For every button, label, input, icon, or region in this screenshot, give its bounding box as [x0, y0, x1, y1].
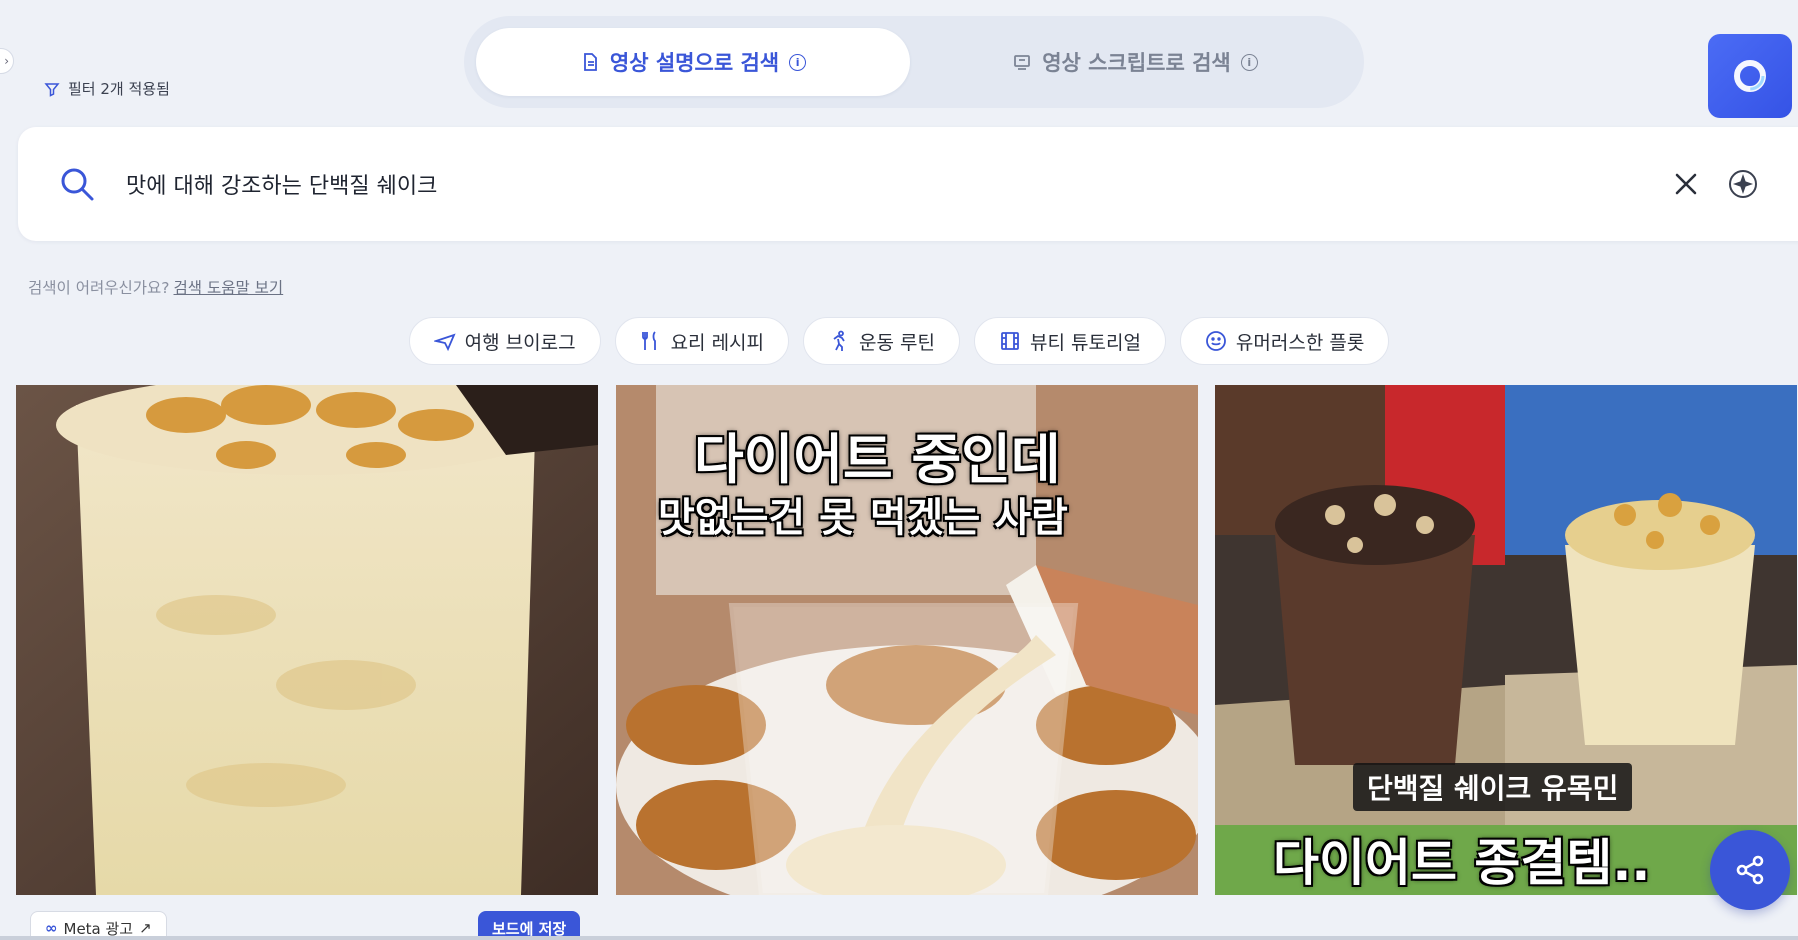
assistant-button[interactable]: [1708, 34, 1792, 118]
thumbnail-caption: 다이어트 중인데: [694, 428, 1061, 491]
protein-shakes-image: [1215, 385, 1797, 895]
search-input[interactable]: [126, 162, 1626, 206]
result-card[interactable]: 다이어트 중인데 맛없는건 못 먹겠는 사람: [616, 385, 1198, 940]
chip-humorous-plot[interactable]: 유머러스한 플롯: [1179, 317, 1390, 365]
horizontal-scrollbar[interactable]: [0, 936, 1798, 940]
chip-label: 여행 브이로그: [464, 331, 576, 354]
search-help-link[interactable]: 검색 도움말 보기: [174, 279, 284, 297]
script-icon: [1014, 55, 1031, 70]
thumbnail-caption: 단백질 쉐이크 유목민: [1367, 772, 1619, 805]
info-icon[interactable]: i: [789, 53, 807, 71]
caption-box: 단백질 쉐이크 유목민: [1353, 763, 1633, 811]
running-icon: [833, 330, 845, 351]
search-help: 검색이 어려우신가요? 검색 도움말 보기: [28, 276, 283, 298]
ring-logo-icon: [1734, 60, 1766, 92]
tab-label: 영상 설명으로 검색: [609, 51, 780, 75]
video-thumbnail[interactable]: [16, 385, 598, 895]
info-icon[interactable]: i: [1240, 53, 1258, 71]
clear-search-button[interactable]: [1668, 166, 1704, 202]
results-grid: ∞ Meta 광고 ↗ 보드에 저장 다이어트 중인데 맛없는건 못 먹겠는 사…: [16, 385, 1798, 940]
thumbnail-caption: 다이어트 종결템..: [1273, 834, 1651, 892]
chip-label: 뷰티 튜토리얼: [1030, 331, 1141, 354]
airplane-icon: [433, 333, 456, 352]
search-box: [18, 127, 1798, 241]
filter-icon: [44, 82, 60, 97]
result-card[interactable]: 단백질 쉐이크 유목민 다이어트 종결템..: [1215, 385, 1797, 940]
close-icon: [1675, 173, 1697, 195]
chip-cooking-recipe[interactable]: 요리 레시피: [614, 317, 790, 365]
utensils-icon: [641, 331, 656, 350]
chip-travel-vlog[interactable]: 여행 브이로그: [408, 317, 601, 365]
suggestion-chips: 여행 브이로그 요리 레시피 운동 루틴 뷰티 튜토리얼 유머러스한 플롯: [0, 317, 1798, 365]
collapse-panel-button[interactable]: ›: [0, 48, 14, 74]
ai-search-button[interactable]: [1724, 165, 1762, 203]
filter-status[interactable]: 필터 2개 적용됨: [44, 78, 170, 99]
chip-label: 요리 레시피: [670, 331, 765, 354]
film-icon: [1001, 332, 1019, 350]
filter-status-label: 필터 2개 적용됨: [68, 80, 170, 98]
tab-search-by-script[interactable]: 영상 스크립트로 검색 i: [918, 28, 1352, 96]
external-link-icon: ↗: [139, 919, 152, 937]
document-icon: [584, 53, 597, 71]
help-text: 검색이 어려우신가요?: [28, 279, 170, 297]
search-mode-switch: 영상 설명으로 검색 i 영상 스크립트로 검색 i: [464, 16, 1364, 108]
video-thumbnail[interactable]: 다이어트 중인데 맛없는건 못 먹겠는 사람: [616, 385, 1198, 895]
tab-search-by-description[interactable]: 영상 설명으로 검색 i: [476, 28, 910, 96]
chip-label: 유머러스한 플롯: [1235, 331, 1365, 354]
meta-logo-icon: ∞: [45, 919, 58, 937]
chip-label: 운동 루틴: [859, 331, 935, 354]
chevron-right-icon: ›: [4, 54, 9, 68]
video-thumbnail[interactable]: 단백질 쉐이크 유목민 다이어트 종결템..: [1215, 385, 1797, 895]
result-card[interactable]: ∞ Meta 광고 ↗ 보드에 저장: [16, 385, 598, 940]
share-icon: [1736, 855, 1764, 885]
search-icon: [61, 168, 94, 201]
thumbnail-caption: 맛없는건 못 먹겠는 사람: [658, 495, 1068, 541]
tab-label: 영상 스크립트로 검색: [1042, 51, 1231, 75]
chip-beauty-tutorial[interactable]: 뷰티 튜토리얼: [974, 317, 1166, 365]
cereal-shake-image: [16, 385, 598, 895]
chip-workout-routine[interactable]: 운동 루틴: [803, 317, 960, 365]
sparkle-search-icon: [1729, 170, 1757, 198]
share-button[interactable]: [1710, 830, 1790, 910]
smile-icon: [1206, 331, 1226, 351]
